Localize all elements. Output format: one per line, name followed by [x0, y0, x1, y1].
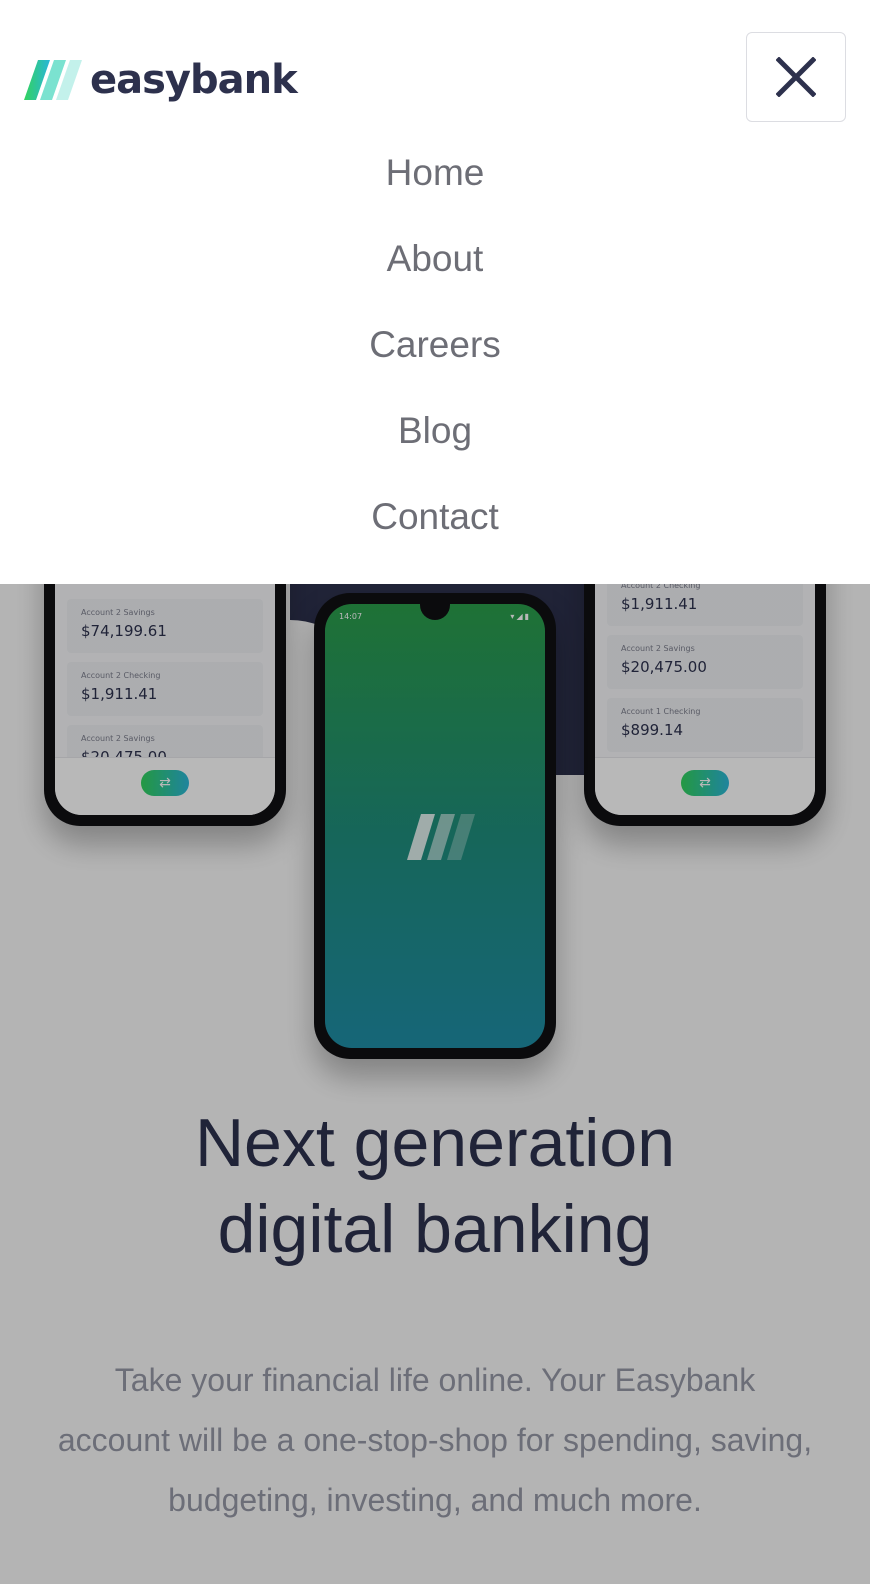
mobile-menu-panel: easybank Home About Careers Blog Contact — [0, 0, 870, 584]
account-amount: $1,911.41 — [81, 685, 158, 703]
account-card: Account 2 Savings $20,475.00 — [607, 635, 803, 689]
nav-item-home: Home — [0, 130, 870, 216]
phone-bottom-bar: ⇄ — [55, 757, 275, 815]
account-card: Account 1 Checking $899.14 — [607, 698, 803, 752]
hero-description: Take your financial life online. Your Ea… — [57, 1362, 813, 1518]
account-card: Account 2 Checking $1,911.41 — [67, 662, 263, 716]
account-name: Account 2 Savings — [81, 734, 155, 743]
mobile-nav-list: Home About Careers Blog Contact — [0, 130, 870, 560]
nav-item-careers: Careers — [0, 302, 870, 388]
account-name: Account 2 Savings — [81, 608, 155, 617]
account-list: Account 2 Checking $1,911.41 Account 2 S… — [607, 572, 803, 761]
nav-link-blog[interactable]: Blog — [398, 410, 472, 452]
nav-link-contact[interactable]: Contact — [371, 496, 499, 538]
logo-mark-icon — [24, 60, 82, 100]
hero-title: Next generation digital banking — [194, 1105, 676, 1267]
account-amount: $20,475.00 — [621, 658, 707, 676]
brand-logo[interactable]: easybank — [24, 56, 298, 104]
nav-link-careers[interactable]: Careers — [369, 324, 501, 366]
phone-mockup-center: 14:07 ▾◢▮ — [314, 593, 556, 1059]
logo-mark-icon — [407, 814, 475, 860]
account-amount: $74,199.61 — [81, 622, 167, 640]
account-name: Account 2 Checking — [81, 671, 161, 680]
nav-item-blog: Blog — [0, 388, 870, 474]
transfer-icon: ⇄ — [141, 770, 189, 796]
account-amount: $899.14 — [621, 721, 684, 739]
transfer-icon: ⇄ — [681, 770, 729, 796]
close-icon — [776, 57, 816, 97]
status-bar: 14:07 ▾◢▮ — [339, 612, 531, 624]
status-time: 14:07 — [339, 612, 363, 621]
nav-link-home[interactable]: Home — [386, 152, 485, 194]
account-name: Account 1 Checking — [621, 707, 701, 716]
signal-icon: ▾◢▮ — [510, 612, 531, 621]
nav-item-about: About — [0, 216, 870, 302]
nav-item-contact: Contact — [0, 474, 870, 560]
phone-screen: 14:07 ▾◢▮ — [325, 604, 545, 1048]
phone-bottom-bar: ⇄ — [595, 757, 815, 815]
account-card: Account 2 Savings $74,199.61 — [67, 599, 263, 653]
account-name: Account 2 Savings — [621, 644, 695, 653]
account-amount: $1,911.41 — [621, 595, 698, 613]
brand-name: easybank — [90, 57, 298, 103]
close-menu-button[interactable] — [746, 32, 846, 122]
nav-link-about[interactable]: About — [387, 238, 484, 280]
hero-text: Next generation digital banking Take you… — [0, 1100, 870, 1530]
